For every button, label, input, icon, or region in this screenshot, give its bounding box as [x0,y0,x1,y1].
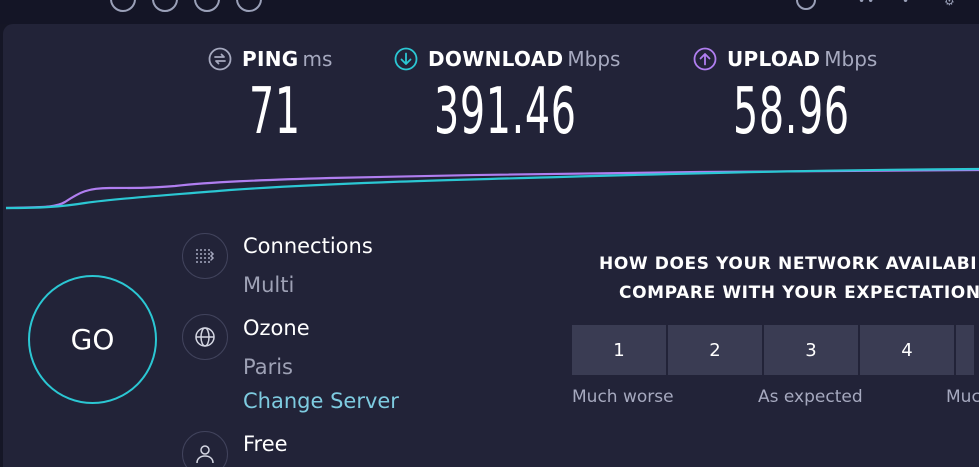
globe-icon [182,314,228,360]
rating-button-5[interactable] [956,325,974,375]
nav-circle-icon[interactable] [152,0,178,12]
upload-metric: UPLOAD Mbps 58.96 [693,44,921,154]
upload-icon [693,47,717,71]
upload-label: UPLOAD [727,47,821,71]
rating-scale: 1 2 3 4 [572,325,974,375]
upload-unit: Mbps [824,47,878,71]
more-icon[interactable]: •• [858,0,876,8]
rating-button-2[interactable]: 2 [668,325,762,375]
nav-circle-icon[interactable] [236,0,262,12]
rating-button-4[interactable]: 4 [860,325,954,375]
rating-button-1[interactable]: 1 [572,325,666,375]
upload-value: 58.96 [733,75,850,149]
info-icon[interactable] [796,0,816,10]
rating-button-3[interactable]: 3 [764,325,858,375]
nav-circle-icon[interactable] [110,0,136,12]
settings-icon[interactable]: ⚙ [944,0,957,8]
download-metric: DOWNLOAD Mbps 391.46 [394,44,664,154]
server-location: Paris [243,355,293,379]
download-value: 391.46 [434,75,577,149]
more-icon[interactable]: • [902,0,911,8]
upload-graph-line [5,168,979,210]
download-icon [394,47,418,71]
speed-graph [5,167,979,210]
nav-circle-icon[interactable] [194,0,220,12]
ping-metric: PING ms 71 [208,44,332,154]
download-unit: Mbps [567,47,621,71]
server-name: Ozone [243,316,310,340]
change-server-link[interactable]: Change Server [243,389,399,413]
survey-question-line1: HOW DOES YOUR NETWORK AVAILABI [599,254,978,274]
connections-value: Multi [243,273,295,297]
go-button-label: GO [70,323,115,356]
ping-unit: ms [302,47,333,71]
connections-title: Connections [243,234,373,258]
rating-label-low: Much worse [572,387,674,407]
ping-label: PING [242,47,299,71]
rating-label-high: Muc [946,387,979,407]
provider-name: Free [243,432,288,456]
rating-label-mid: As expected [758,387,863,407]
ping-icon [208,47,232,71]
go-button[interactable]: GO [28,275,157,404]
ping-value: 71 [249,75,301,149]
download-label: DOWNLOAD [428,47,564,71]
survey-question-line2: COMPARE WITH YOUR EXPECTATION [619,283,979,303]
top-nav-bar: •• • ⚙ [0,0,979,24]
connections-icon [182,233,228,279]
